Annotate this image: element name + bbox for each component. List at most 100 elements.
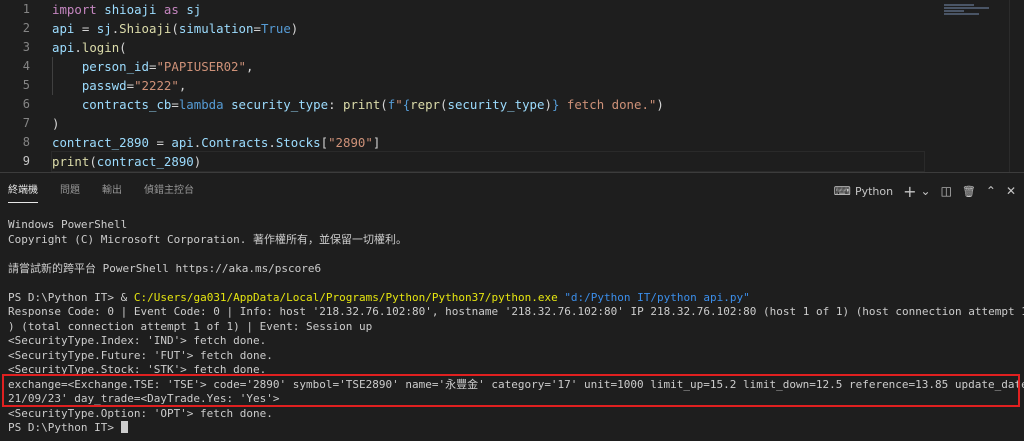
code-token: Contracts: [201, 135, 269, 150]
code-line[interactable]: passwd="2222",: [52, 76, 924, 95]
code-line[interactable]: print(contract_2890): [51, 151, 925, 172]
code-token: as: [163, 2, 179, 17]
code-token: ): [544, 97, 552, 112]
code-token: [: [320, 135, 329, 150]
code-line[interactable]: contracts_cb=lambda security_type: print…: [52, 95, 924, 114]
code-token: import: [52, 2, 97, 17]
code-token: security_type: [231, 97, 329, 112]
code-token: :: [328, 97, 343, 112]
close-icon[interactable]: ✕: [1006, 184, 1016, 198]
code-token: fetch done.": [559, 97, 657, 112]
tab-terminal[interactable]: 終端機: [8, 173, 38, 209]
code-token: =: [253, 21, 261, 36]
line-number: 8: [22, 135, 30, 149]
minimap[interactable]: [944, 4, 994, 18]
code-token: =: [171, 97, 179, 112]
terminal-line: Response Code: 0 | Event Code: 0 | Info:…: [8, 305, 1024, 320]
code-token: print: [52, 154, 90, 169]
code-token: .: [74, 40, 82, 55]
terminal-line: Windows PowerShell: [8, 218, 1016, 233]
code-token: ): [656, 97, 664, 112]
code-token: api: [171, 135, 194, 150]
code-token: print: [342, 97, 381, 112]
shell-label: Python: [854, 184, 894, 198]
line-number: 4: [22, 59, 30, 73]
tab-problems[interactable]: 問題: [60, 173, 80, 209]
chevron-down-icon[interactable]: ⌄: [921, 184, 931, 198]
editor-scrollbar[interactable]: [1009, 0, 1024, 172]
terminal-text: PS D:\Python IT> &: [8, 290, 134, 304]
code-token: (: [89, 154, 97, 169]
maximize-icon[interactable]: ⌃: [986, 184, 996, 198]
terminal-cursor: [120, 421, 128, 433]
terminal-text: C:/Users/ga031/AppData/Local/Programs/Py…: [133, 290, 558, 304]
code-token: login: [81, 40, 120, 55]
tab-output[interactable]: 輸出: [102, 173, 122, 209]
code-line[interactable]: api.login(: [52, 38, 924, 57]
code-token: contract_2890: [96, 154, 194, 169]
panel-tabs: 終端機 問題 輸出 偵錯主控台: [0, 173, 216, 209]
code-token: ,: [178, 78, 187, 93]
bottom-panel: 終端機 問題 輸出 偵錯主控台 ⌨ Python + ⌄ ◫ 🗑 ⌃ ✕ Win…: [0, 172, 1024, 441]
terminal-text: <SecurityType.Option: 'OPT'> fetch done.: [8, 406, 273, 420]
terminal-text: Response Code: 0 | Event Code: 0 | Info:…: [8, 305, 1024, 318]
code-token: ): [52, 116, 60, 131]
terminal-line: ) (total connection attempt 1 of 1) | Ev…: [8, 320, 1016, 335]
terminal-line: <SecurityType.Future: 'FUT'> fetch done.: [8, 349, 1016, 364]
terminal-text: PS D:\Python IT>: [8, 421, 121, 434]
code-token: (: [119, 40, 127, 55]
line-number: 6: [22, 97, 30, 111]
trash-icon[interactable]: 🗑: [962, 185, 976, 198]
code-token: "2890": [328, 135, 373, 150]
terminal-text: ) (total connection attempt 1 of 1) | Ev…: [8, 319, 373, 333]
code-token: ): [193, 154, 202, 169]
code-token: (: [171, 21, 179, 36]
highlight-box: [2, 374, 1020, 407]
code-area[interactable]: import shioaji as sj api = sj.Shioaji(sim…: [51, 0, 925, 190]
code-token: (: [380, 97, 388, 112]
code-token: sj: [186, 2, 202, 17]
line-number: 1: [22, 2, 30, 16]
terminal-text: 請嘗試新的跨平台 PowerShell https://aka.ms/pscor…: [8, 261, 322, 275]
code-token: simulation: [178, 21, 254, 36]
code-token: Stocks: [275, 135, 321, 150]
terminal-line: Copyright (C) Microsoft Corporation. 著作權…: [8, 233, 1016, 248]
terminal-text: "d:/Python IT/python api.py": [564, 290, 750, 304]
add-icon[interactable]: +: [903, 182, 916, 201]
code-line[interactable]: contract_2890 = api.Contracts.Stocks["28…: [52, 133, 924, 152]
code-token: api: [52, 40, 75, 55]
code-token: Shioaji: [119, 21, 172, 36]
terminal-text: <SecurityType.Index: 'IND'> fetch done.: [8, 334, 267, 347]
tab-debug-console[interactable]: 偵錯主控台: [144, 173, 194, 209]
terminal-line: <SecurityType.Index: 'IND'> fetch done.: [8, 334, 1016, 349]
terminal-icon: ⌨: [833, 184, 851, 198]
code-token: ): [290, 21, 299, 36]
split-icon[interactable]: ◫: [941, 184, 952, 198]
code-line[interactable]: api = sj.Shioaji(simulation=True): [52, 19, 924, 38]
code-line[interactable]: import shioaji as sj: [52, 0, 924, 19]
code-token: ,: [245, 59, 254, 74]
line-number: 5: [22, 78, 30, 92]
code-token: =: [126, 78, 135, 93]
code-editor[interactable]: 12345678910 import shioaji as sjapi = sj…: [0, 0, 1024, 187]
code-line[interactable]: ): [52, 114, 924, 133]
line-number: 3: [22, 40, 30, 54]
code-token: =: [148, 135, 172, 150]
terminal-line: PS D:\Python IT>: [8, 421, 1016, 436]
line-number: 2: [22, 21, 30, 35]
terminal-text: Windows PowerShell: [8, 218, 128, 231]
code-token: True: [260, 21, 291, 36]
code-token: ]: [372, 135, 381, 150]
code-token: "2222": [134, 78, 179, 93]
code-token: ": [395, 97, 403, 112]
code-token: =: [74, 21, 97, 36]
code-token: passwd: [81, 78, 127, 93]
code-line[interactable]: person_id="PAPIUSER02",: [52, 57, 924, 76]
terminal-selector[interactable]: ⌨ Python: [834, 184, 893, 198]
